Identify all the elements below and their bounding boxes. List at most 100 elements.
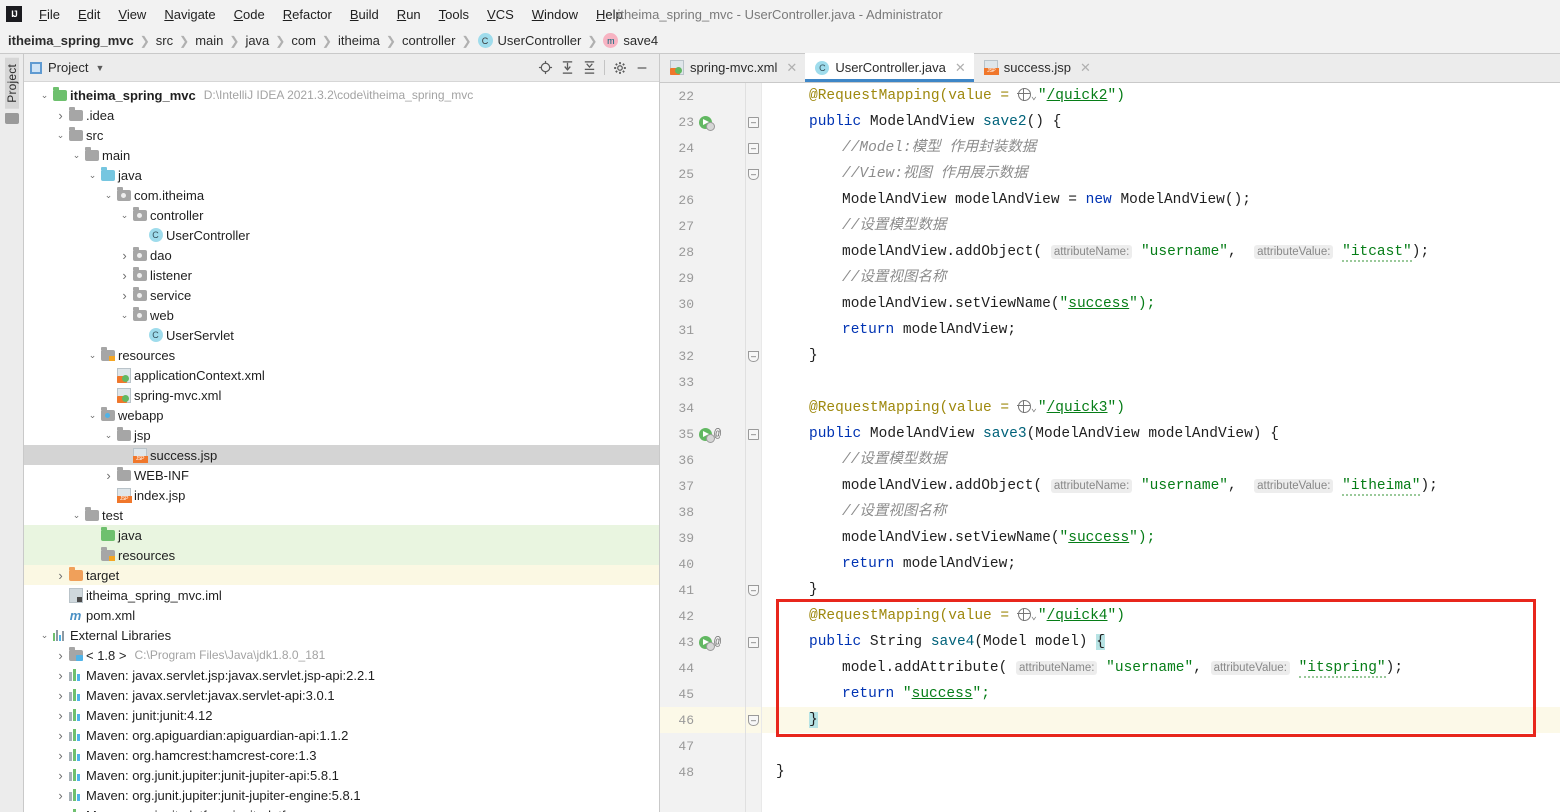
gutter-line-33[interactable]: 33	[660, 369, 745, 395]
code-line-48[interactable]: }	[762, 759, 1560, 785]
code-line-22[interactable]: @RequestMapping(value = ⌄"/quick2")	[762, 83, 1560, 109]
fold-line-23[interactable]: –	[746, 109, 761, 135]
gutter-line-38[interactable]: 38	[660, 499, 745, 525]
code-content[interactable]: @RequestMapping(value = ⌄"/quick2") publi…	[762, 83, 1560, 812]
chevron-down-icon[interactable]: ⌄	[102, 430, 115, 441]
chevron-down-icon[interactable]: ⌄	[86, 170, 99, 181]
chevron-right-icon[interactable]: ›	[118, 268, 131, 283]
code-line-34[interactable]: @RequestMapping(value = ⌄"/quick3")	[762, 395, 1560, 421]
fold-toggle-icon[interactable]: –	[748, 142, 759, 154]
tree-node-index.jsp[interactable]: index.jsp	[24, 485, 659, 505]
gutter-line-24[interactable]: 24	[660, 135, 745, 161]
tree-node-maven-org.junit.jupiter-junit-jupiter-api-5.8.1[interactable]: › Maven: org.junit.jupiter:junit-jupiter-…	[24, 765, 659, 785]
gutter-line-29[interactable]: 29	[660, 265, 745, 291]
tree-node-webapp[interactable]: ⌄ webapp	[24, 405, 659, 425]
fold-line-43[interactable]: –	[746, 629, 761, 655]
gutter-line-32[interactable]: 32	[660, 343, 745, 369]
code-line-28[interactable]: modelAndView.addObject( attributeName: "…	[762, 239, 1560, 265]
annotation-gutter-icon[interactable]: @	[714, 427, 721, 441]
chevron-down-icon[interactable]: ⌄	[38, 630, 51, 641]
run-gutter-icon[interactable]	[699, 427, 715, 443]
code-line-44[interactable]: model.addAttribute( attributeName: "user…	[762, 655, 1560, 681]
menu-run[interactable]: Run	[388, 3, 430, 26]
tree-node-itheima-spring-mvc.iml[interactable]: itheima_spring_mvc.iml	[24, 585, 659, 605]
fold-toggle-icon[interactable]: –	[748, 636, 759, 648]
menu-code[interactable]: Code	[225, 3, 274, 26]
tree-node-resources[interactable]: resources	[24, 545, 659, 565]
chevron-right-icon[interactable]: ›	[54, 568, 67, 583]
code-line-33[interactable]	[762, 369, 1560, 395]
editor-gutter[interactable]: 22 23 24 25 26 27 28 29 30 31 32 33 34 35 @36 37 38 39 40 4…	[660, 83, 746, 812]
gutter-line-40[interactable]: 40	[660, 551, 745, 577]
breadcrumb-item-java[interactable]: java	[245, 33, 269, 48]
tree-node-test[interactable]: ⌄ test	[24, 505, 659, 525]
gutter-line-34[interactable]: 34	[660, 395, 745, 421]
gutter-line-47[interactable]: 47	[660, 733, 745, 759]
chevron-down-icon[interactable]: ⌄	[86, 350, 99, 361]
code-line-39[interactable]: modelAndView.setViewName("success");	[762, 525, 1560, 551]
editor-tab-usercontroller-java[interactable]: C UserController.java ✕	[805, 53, 975, 82]
code-line-46[interactable]: }	[762, 707, 1560, 733]
fold-line-46[interactable]: –	[746, 707, 761, 733]
tree-node-com.itheima[interactable]: ⌄ com.itheima	[24, 185, 659, 205]
hide-panel-icon[interactable]	[631, 57, 653, 79]
string-reference[interactable]: /quick4	[1047, 608, 1108, 624]
chevron-down-icon[interactable]: ⌄	[70, 510, 83, 521]
menu-vcs[interactable]: VCS	[478, 3, 523, 26]
menu-navigate[interactable]: Navigate	[155, 3, 224, 26]
chevron-down-icon[interactable]: ⌄	[118, 210, 131, 221]
gutter-line-44[interactable]: 44	[660, 655, 745, 681]
tree-node-external-libraries[interactable]: ⌄ External Libraries	[24, 625, 659, 645]
tree-node-spring-mvc.xml[interactable]: spring-mvc.xml	[24, 385, 659, 405]
tree-node-dao[interactable]: › dao	[24, 245, 659, 265]
breadcrumb-item-src[interactable]: src	[156, 33, 173, 48]
run-gutter-icon[interactable]	[699, 635, 715, 651]
menu-edit[interactable]: Edit	[69, 3, 109, 26]
tree-node-maven-org.hamcrest-hamcrest-core-1.3[interactable]: › Maven: org.hamcrest:hamcrest-core:1.3	[24, 745, 659, 765]
fold-toggle-icon[interactable]: –	[748, 116, 759, 128]
chevron-right-icon[interactable]: ›	[54, 648, 67, 663]
run-gutter-icon[interactable]	[699, 115, 715, 131]
menu-window[interactable]: Window	[523, 3, 587, 26]
string-reference[interactable]: /quick2	[1047, 88, 1108, 104]
annotation-gutter-icon[interactable]: @	[714, 635, 721, 649]
gutter-line-46[interactable]: 46	[660, 707, 745, 733]
code-line-37[interactable]: modelAndView.addObject( attributeName: "…	[762, 473, 1560, 499]
fold-toggle-icon[interactable]: –	[748, 428, 759, 440]
chevron-down-icon[interactable]: ⌄	[86, 410, 99, 421]
gutter-line-41[interactable]: 41	[660, 577, 745, 603]
chevron-right-icon[interactable]: ›	[102, 468, 115, 483]
tree-node-java[interactable]: ⌄ java	[24, 165, 659, 185]
tree-node-src[interactable]: ⌄ src	[24, 125, 659, 145]
code-line-26[interactable]: ModelAndView modelAndView = new ModelAnd…	[762, 187, 1560, 213]
code-line-25[interactable]: //View:视图 作用展示数据	[762, 161, 1560, 187]
menu-tools[interactable]: Tools	[430, 3, 478, 26]
tree-node-userservlet[interactable]: C UserServlet	[24, 325, 659, 345]
chevron-down-icon[interactable]: ⌄	[118, 310, 131, 321]
tree-node-maven-org.apiguardian-apiguardian-api-1.1.2[interactable]: › Maven: org.apiguardian:apiguardian-api:…	[24, 725, 659, 745]
tree-node-web-inf[interactable]: › WEB-INF	[24, 465, 659, 485]
chevron-down-icon[interactable]: ⌄	[38, 90, 51, 101]
code-line-47[interactable]	[762, 733, 1560, 759]
breadcrumb-item-controller[interactable]: controller	[402, 33, 455, 48]
tree-node-maven-org.junit.platform-junit-platform[interactable]: › Maven: org.junit.platform:junit-platfor…	[24, 805, 659, 812]
fold-toggle-icon[interactable]: –	[748, 584, 759, 596]
tree-node-.idea[interactable]: › .idea	[24, 105, 659, 125]
gutter-line-22[interactable]: 22	[660, 83, 745, 109]
tree-node-main[interactable]: ⌄ main	[24, 145, 659, 165]
tree-node-web[interactable]: ⌄ web	[24, 305, 659, 325]
fold-toggle-icon[interactable]: –	[748, 350, 759, 362]
chevron-right-icon[interactable]: ›	[54, 748, 67, 763]
chevron-right-icon[interactable]: ›	[118, 248, 131, 263]
menu-file[interactable]: File	[30, 3, 69, 26]
gutter-line-45[interactable]: 45	[660, 681, 745, 707]
close-icon[interactable]: ✕	[786, 60, 797, 76]
gutter-line-39[interactable]: 39	[660, 525, 745, 551]
editor-tab-success-jsp[interactable]: success.jsp ✕	[974, 53, 1099, 82]
breadcrumb-item-save4[interactable]: m save4	[603, 33, 658, 48]
tree-node-jsp[interactable]: ⌄ jsp	[24, 425, 659, 445]
tree-node-maven-javax.servlet.jsp-javax.servlet.jsp-api-2.2.1[interactable]: › Maven: javax.servlet.jsp:javax.servlet.…	[24, 665, 659, 685]
tree-node-success.jsp[interactable]: success.jsp	[24, 445, 659, 465]
code-line-40[interactable]: return modelAndView;	[762, 551, 1560, 577]
code-line-43[interactable]: public String save4(Model model) {	[762, 629, 1560, 655]
